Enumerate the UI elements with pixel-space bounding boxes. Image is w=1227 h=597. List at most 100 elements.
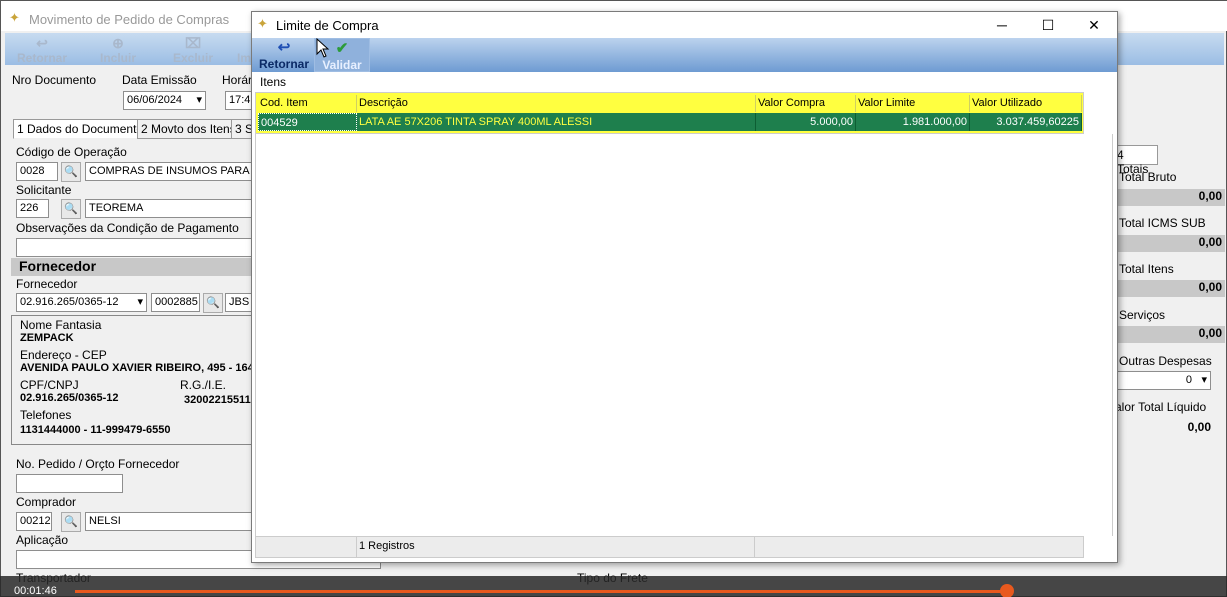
tab-dados-documento[interactable]: 1 Dados do Documento xyxy=(13,119,148,139)
column-header-valor-compra[interactable]: Valor Compra xyxy=(756,95,856,112)
retornar-button[interactable]: ↩ Retornar xyxy=(256,38,312,72)
hora-field[interactable]: 17:4 xyxy=(225,91,253,110)
table-row-valor-utilizado[interactable]: 3.037.459,60225 xyxy=(970,113,1082,131)
dialog-toolbar: ↩ Retornar ✔ Validar xyxy=(252,38,1117,72)
itens-label: Itens xyxy=(260,75,287,89)
comprador-label: Comprador xyxy=(16,495,77,509)
endereco-label: Endereço - CEP xyxy=(20,348,107,362)
cpf-value: 02.916.265/0365-12 xyxy=(20,392,119,404)
pedido-fornecedor-label: No. Pedido / Orçto Fornecedor xyxy=(16,457,180,471)
rg-value: 32002215511 xyxy=(184,394,251,406)
return-icon: ↩ xyxy=(277,39,291,56)
video-progress-fill xyxy=(75,590,1007,593)
rg-label: R.G./I.E. xyxy=(180,378,227,392)
solicitante-field[interactable]: 226 xyxy=(16,199,49,218)
table-row-valor-compra[interactable]: 5.000,00 xyxy=(756,113,856,131)
servicos-value: 0,00 xyxy=(1117,326,1225,343)
endereco-value: AVENIDA PAULO XAVIER RIBEIRO, 495 - 1643… xyxy=(20,362,266,374)
fornecedor-header: Fornecedor xyxy=(11,258,256,276)
fornecedor-info-panel: Nome Fantasia ZEMPACK Endereço - CEP AVE… xyxy=(11,315,266,445)
registros-count: 1 Registros xyxy=(359,540,415,552)
codigo-operacao-label: Código de Operação xyxy=(16,145,127,159)
telefones-label: Telefones xyxy=(20,408,72,422)
aplicacao-label: Aplicação xyxy=(16,533,69,547)
solicitante-nome: TEOREMA xyxy=(85,199,255,218)
grid-empty-area xyxy=(255,134,1113,536)
solicitante-label: Solicitante xyxy=(16,183,72,197)
main-imprimir-button[interactable]: Im xyxy=(237,35,251,65)
servicos-label: Serviços xyxy=(1119,308,1166,322)
total-icms-label: Total ICMS SUB xyxy=(1119,216,1206,230)
items-grid: Cod. Item Descrição Valor Compra Valor L… xyxy=(255,92,1084,134)
maximize-button[interactable]: ☐ xyxy=(1025,12,1071,38)
main-incluir-button[interactable]: ⊕ Incluir xyxy=(100,35,136,65)
totals-panel: 4 Totais Total Bruto 0,00 Total ICMS SUB… xyxy=(1113,143,1226,593)
plus-icon: ⊕ xyxy=(112,35,124,51)
tab-totais[interactable]: 4 Totais xyxy=(1113,145,1158,176)
total-bruto-label: Total Bruto xyxy=(1119,170,1177,184)
minimize-button[interactable]: ─ xyxy=(979,12,1025,38)
codigo-operacao-field[interactable]: 0028 xyxy=(16,162,58,181)
fornecedor-label: Fornecedor xyxy=(16,277,78,291)
obs-field[interactable] xyxy=(16,238,256,257)
comprador-search-button[interactable]: 🔍 xyxy=(61,512,81,532)
search-icon: 🔍 xyxy=(64,203,78,215)
return-icon: ↩ xyxy=(36,35,48,51)
search-icon: 🔍 xyxy=(206,297,220,309)
column-header-cod-item[interactable]: Cod. Item xyxy=(258,95,357,112)
codigo-operacao-search-button[interactable]: 🔍 xyxy=(61,162,81,182)
table-row-valor-limite[interactable]: 1.981.000,00 xyxy=(856,113,970,131)
fornecedor-search-button[interactable]: 🔍 xyxy=(203,293,223,313)
fornecedor-codigo-field[interactable]: 0002885 xyxy=(151,293,200,312)
trash-icon: ⌧ xyxy=(184,35,202,51)
tab-movto-itens[interactable]: 2 Movto dos Itens xyxy=(137,119,240,139)
search-icon: 🔍 xyxy=(64,166,78,178)
telefones-value: 1131444000 - 11-999479-6550 xyxy=(20,424,171,436)
video-progress-bar[interactable]: 00:01:46 xyxy=(0,576,1227,597)
column-header-descricao[interactable]: Descrição xyxy=(357,95,756,112)
video-time: 00:01:46 xyxy=(14,585,57,597)
limite-compra-dialog: ✦ Limite de Compra ─ ☐ ✕ ↩ Retornar ✔ Va… xyxy=(251,11,1118,563)
main-excluir-button[interactable]: ⌧ Excluir xyxy=(173,35,213,65)
total-icms-value: 0,00 xyxy=(1117,235,1225,252)
main-retornar-button[interactable]: ↩ Retornar xyxy=(17,35,67,65)
nome-fantasia-label: Nome Fantasia xyxy=(20,318,102,332)
liquido-label: alor Total Líquido xyxy=(1115,400,1207,414)
close-button[interactable]: ✕ xyxy=(1071,12,1117,38)
nome-fantasia-value: ZEMPACK xyxy=(20,332,74,344)
total-bruto-value: 0,00 xyxy=(1117,189,1225,206)
maximize-icon: ☐ xyxy=(1041,17,1055,33)
data-emissao-field[interactable]: 06/06/2024 xyxy=(123,91,206,110)
close-icon: ✕ xyxy=(1088,17,1100,33)
data-emissao-label: Data Emissão xyxy=(122,73,197,87)
column-header-valor-utilizado[interactable]: Valor Utilizado xyxy=(970,95,1082,112)
comprador-field[interactable]: 00212 xyxy=(16,512,52,531)
dialog-title: Limite de Compra xyxy=(276,18,379,33)
total-itens-value: 0,00 xyxy=(1117,280,1225,297)
outras-despesas-label: Outras Despesas xyxy=(1119,354,1212,368)
cpf-label: CPF/CNPJ xyxy=(20,378,79,392)
hora-label: Horár xyxy=(222,73,253,87)
search-icon: 🔍 xyxy=(64,516,78,528)
main-title: Movimento de Pedido de Compras xyxy=(29,12,230,27)
obs-label: Observações da Condição de Pagamento xyxy=(16,221,239,235)
video-scrubber-handle[interactable] xyxy=(1000,584,1014,597)
nro-documento-label: Nro Documento xyxy=(12,73,97,87)
solicitante-search-button[interactable]: 🔍 xyxy=(61,199,81,219)
table-row-descricao[interactable]: LATA AE 57X206 TINTA SPRAY 400ML ALESSI xyxy=(357,113,756,131)
fornecedor-cnpj-field[interactable]: 02.916.265/0365-12 xyxy=(16,293,147,312)
app-icon: ✦ xyxy=(9,10,20,25)
total-itens-label: Total Itens xyxy=(1119,262,1174,276)
app-icon: ✦ xyxy=(257,16,268,31)
minimize-icon: ─ xyxy=(997,17,1007,33)
codigo-operacao-desc: COMPRAS DE INSUMOS PARA I xyxy=(85,162,255,181)
grid-footer: 1 Registros xyxy=(255,536,1084,558)
table-row-cod-item[interactable]: 004529 xyxy=(258,113,357,131)
mouse-cursor-icon xyxy=(316,38,330,58)
liquido-value: 0,00 xyxy=(1187,420,1211,434)
column-header-valor-limite[interactable]: Valor Limite xyxy=(856,95,970,112)
outras-despesas-field[interactable]: 0 xyxy=(1117,371,1211,390)
comprador-nome: NELSI xyxy=(85,512,255,531)
pedido-fornecedor-field[interactable] xyxy=(16,474,123,493)
dialog-titlebar: ✦ Limite de Compra ─ ☐ ✕ xyxy=(252,12,1117,38)
